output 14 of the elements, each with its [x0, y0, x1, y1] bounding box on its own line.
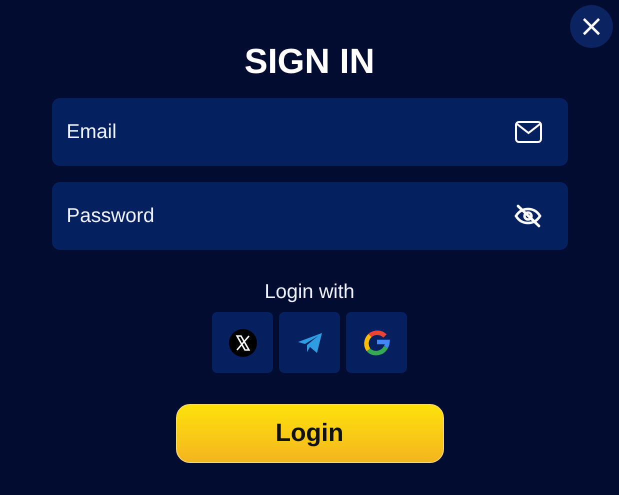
envelope-icon	[514, 121, 542, 143]
social-login-button[interactable]	[346, 312, 407, 373]
login-button[interactable]: Login	[176, 404, 444, 463]
social-login-button[interactable]	[212, 312, 273, 373]
paper-plane-icon	[296, 332, 322, 354]
social-login-button[interactable]	[279, 312, 340, 373]
close-button[interactable]: ×	[570, 5, 613, 48]
login-with-label: Login with	[264, 280, 355, 304]
dialog-title: SIGN IN	[244, 42, 375, 82]
eye-off-icon[interactable]	[514, 204, 542, 228]
x-logo-icon	[228, 328, 256, 356]
password-field[interactable]: Password	[52, 182, 568, 250]
email-field[interactable]: Email	[52, 98, 568, 166]
google-g-icon	[364, 330, 390, 356]
